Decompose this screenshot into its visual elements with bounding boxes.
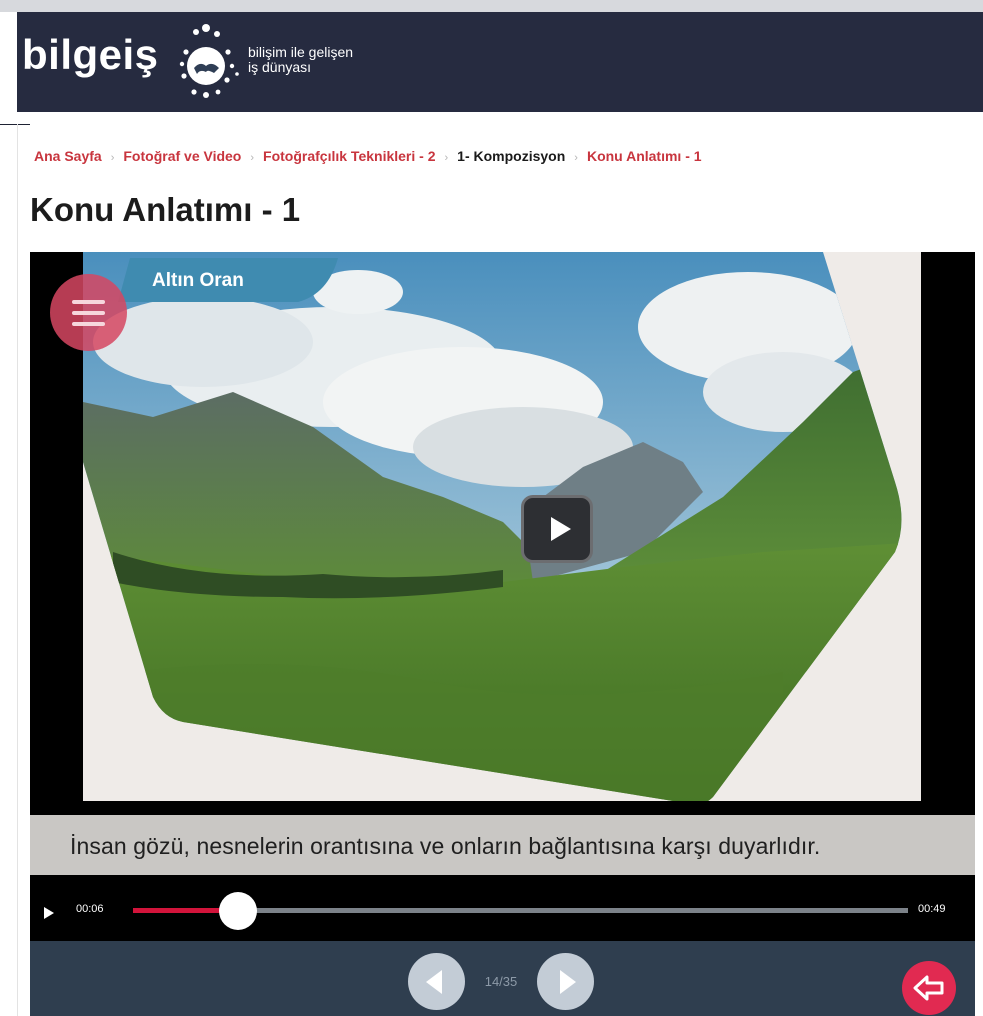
video-controls: 00:06 00:49 [30,875,975,941]
site-header [17,12,983,112]
handshake-logo-icon [179,24,239,98]
breadcrumb-photo-video[interactable]: Fotoğraf ve Video [123,148,241,164]
total-time: 00:49 [918,903,946,915]
progress-track[interactable] [133,892,908,930]
breadcrumb-separator: › [250,152,255,164]
tagline-line-2: iş dünyası [248,59,312,75]
section-tab-label: Altın Oran [152,270,244,291]
breadcrumb-composition[interactable]: 1- Kompozisyon [457,148,565,164]
video-play-button[interactable] [521,495,593,563]
site-logo[interactable]: bilgeiş [22,31,159,79]
left-divider [0,124,30,125]
play-icon[interactable] [44,907,54,919]
menu-button[interactable] [50,274,127,351]
breadcrumb-photo-techniques[interactable]: Fotoğrafçılık Teknikleri - 2 [263,148,435,164]
next-slide-button[interactable] [537,953,594,1010]
subtitle-text: İnsan gözü, nesnelerin orantısına ve onl… [70,833,821,859]
page-indicator: 14/35 [484,974,518,989]
slide-navigation: 14/35 [30,941,975,1016]
browser-top-strip [0,0,983,12]
content-edge [17,124,18,1016]
breadcrumb-separator: › [574,152,578,164]
site-tagline: bilişim ile gelişen iş dünyası [248,45,353,75]
exit-arrow-icon [913,975,944,1001]
breadcrumb: Ana Sayfa › Fotoğraf ve Video › Fotoğrafçılı… [34,148,702,164]
lesson-slide [83,252,921,801]
landscape-photo [83,252,902,801]
previous-slide-button[interactable] [408,953,465,1010]
breadcrumb-separator: › [110,152,115,164]
page-title: Konu Anlatımı - 1 [30,191,301,228]
breadcrumb-lesson[interactable]: Konu Anlatımı - 1 [587,148,702,164]
exit-button[interactable] [902,961,956,1015]
breadcrumb-separator: › [444,152,449,164]
video-player: Altın Oran İnsan gözü, nesnelerin orantı… [30,252,975,1016]
scrubber-handle[interactable] [218,892,257,930]
current-time: 00:06 [76,903,104,915]
tagline-line-1: bilişim ile gelişen [248,44,354,60]
breadcrumb-home[interactable]: Ana Sayfa [34,148,102,164]
subtitle-bar: İnsan gözü, nesnelerin orantısına ve onl… [30,815,975,875]
